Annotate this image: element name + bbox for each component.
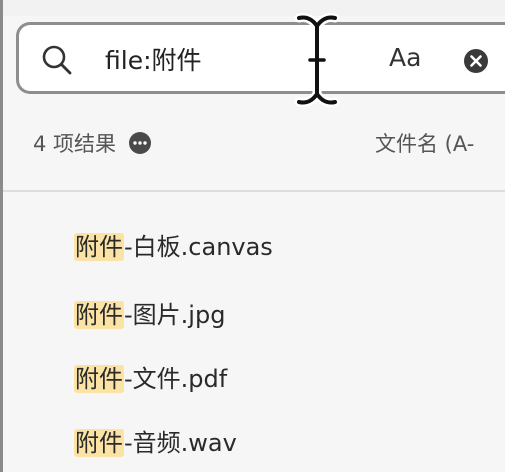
match-highlight: 附件 xyxy=(74,301,124,329)
search-input[interactable] xyxy=(105,41,295,77)
result-item-rest: -音频.wav xyxy=(124,429,237,457)
window-edge xyxy=(0,0,3,472)
divider xyxy=(3,190,505,192)
search-box[interactable]: Aa xyxy=(16,22,505,94)
match-highlight: 附件 xyxy=(74,429,124,457)
match-case-toggle[interactable]: Aa xyxy=(389,43,421,72)
search-icon xyxy=(42,45,72,75)
result-item[interactable]: 附件-白板.canvas xyxy=(74,226,273,268)
top-strip xyxy=(3,0,505,16)
result-item-rest: -白板.canvas xyxy=(124,233,273,261)
match-highlight: 附件 xyxy=(74,233,124,261)
match-highlight: 附件 xyxy=(74,365,124,393)
clear-icon[interactable] xyxy=(463,48,489,74)
result-item[interactable]: 附件-音频.wav xyxy=(74,422,237,464)
results-count: 4 项结果 xyxy=(33,128,152,158)
result-item-rest: -图片.jpg xyxy=(124,301,226,329)
result-item[interactable]: 附件-图片.jpg xyxy=(74,294,225,336)
sort-dropdown[interactable]: 文件名 (A- xyxy=(375,128,474,158)
results-count-label: 4 项结果 xyxy=(33,132,117,156)
result-item[interactable]: 附件-文件.pdf xyxy=(74,358,227,400)
result-item-rest: -文件.pdf xyxy=(124,365,228,393)
more-icon[interactable] xyxy=(128,131,152,155)
